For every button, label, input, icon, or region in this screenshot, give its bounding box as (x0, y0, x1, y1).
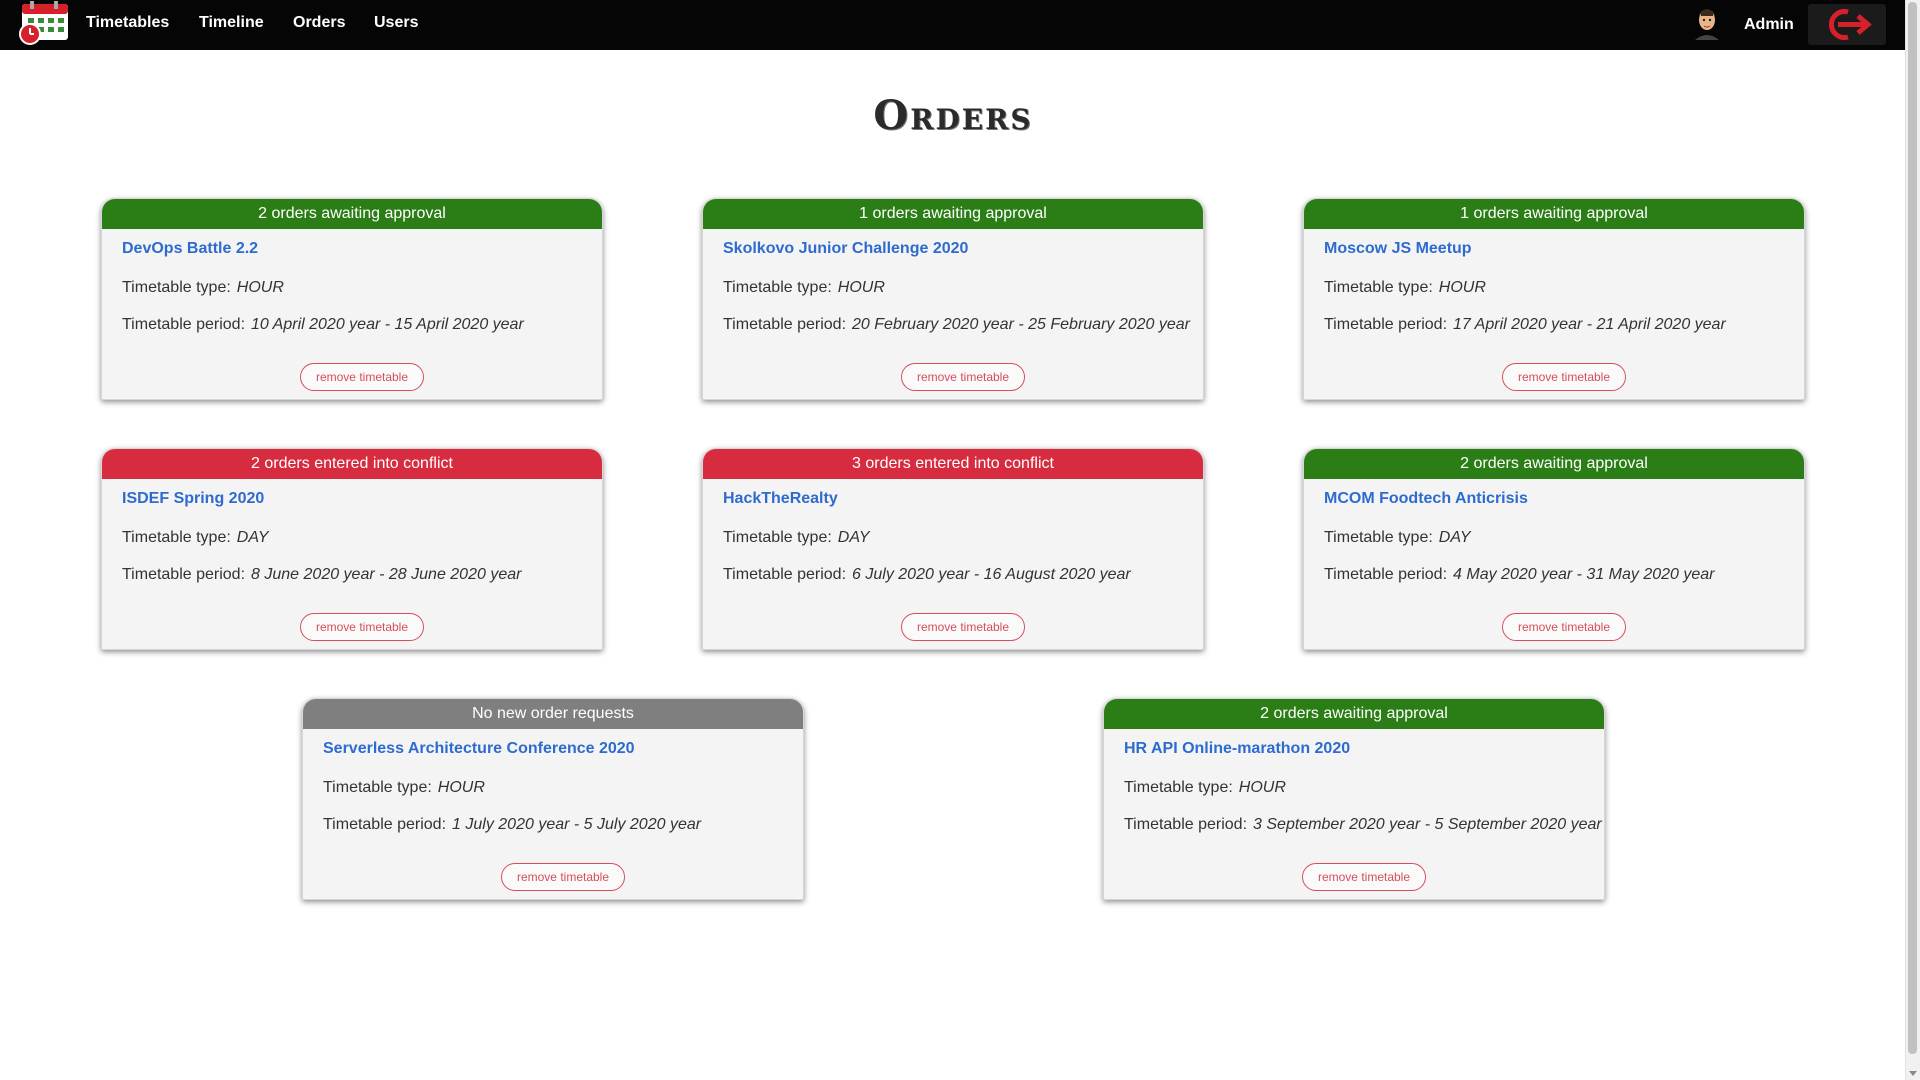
type-label: Timetable type: (122, 529, 231, 546)
remove-timetable-button[interactable]: remove timetable (1502, 613, 1626, 641)
timetable-title-link[interactable]: Serverless Architecture Conference 2020 (323, 740, 635, 758)
type-label: Timetable type: (1124, 779, 1233, 796)
timetable-title-link[interactable]: MCOM Foodtech Anticrisis (1324, 490, 1528, 508)
status-banner: 2 orders awaiting approval (1104, 699, 1604, 729)
logout-arrow-icon (1808, 9, 1886, 49)
top-navbar: Timetables Timeline Orders Users Admin (0, 0, 1906, 50)
type-value: DAY (1438, 529, 1471, 546)
timetable-type-row: Timetable type: HOUR (122, 279, 284, 297)
type-label: Timetable type: (723, 529, 832, 546)
type-value: HOUR (1438, 279, 1486, 296)
type-label: Timetable type: (723, 279, 832, 296)
status-banner: 2 orders awaiting approval (1304, 449, 1804, 479)
scroll-down-arrow-icon[interactable] (1909, 1071, 1917, 1076)
type-value: HOUR (437, 779, 485, 796)
period-label: Timetable period: (323, 816, 447, 833)
status-banner: 1 orders awaiting approval (1304, 199, 1804, 229)
status-banner: 2 orders entered into conflict (102, 449, 602, 479)
type-label: Timetable type: (122, 279, 231, 296)
timetable-period-row: Timetable period: 6 July 2020 year - 16 A… (723, 566, 1131, 584)
timetable-type-row: Timetable type: DAY (723, 529, 870, 547)
timetable-type-row: Timetable type: DAY (122, 529, 269, 547)
period-label: Timetable period: (1324, 566, 1448, 583)
timetable-type-row: Timetable type: HOUR (323, 779, 485, 797)
timetable-period-row: Timetable period: 20 February 2020 year -… (723, 316, 1190, 334)
status-banner: 1 orders awaiting approval (703, 199, 1203, 229)
type-label: Timetable type: (1324, 529, 1433, 546)
type-label: Timetable type: (1324, 279, 1433, 296)
period-value: 6 July 2020 year - 16 August 2020 year (852, 566, 1131, 583)
timetable-card: 1 orders awaiting approval Skolkovo Juni… (702, 198, 1204, 400)
type-label: Timetable type: (323, 779, 432, 796)
timetable-title-link[interactable]: Skolkovo Junior Challenge 2020 (723, 240, 968, 258)
timetable-period-row: Timetable period: 8 June 2020 year - 28 J… (122, 566, 521, 584)
remove-timetable-button[interactable]: remove timetable (901, 613, 1025, 641)
period-value: 10 April 2020 year - 15 April 2020 year (251, 316, 524, 333)
status-banner: No new order requests (303, 699, 803, 729)
period-value: 1 July 2020 year - 5 July 2020 year (452, 816, 702, 833)
timetable-card: 2 orders awaiting approval MCOM Foodtech… (1303, 448, 1805, 650)
status-banner: 2 orders awaiting approval (102, 199, 602, 229)
period-value: 3 September 2020 year - 5 September 2020… (1253, 816, 1602, 833)
period-value: 8 June 2020 year - 28 June 2020 year (251, 566, 522, 583)
timetable-card: 2 orders entered into conflict ISDEF Spr… (101, 448, 603, 650)
timetable-title-link[interactable]: DevOps Battle 2.2 (122, 240, 258, 258)
remove-timetable-button[interactable]: remove timetable (501, 863, 625, 891)
period-label: Timetable period: (122, 316, 246, 333)
nav-timetables[interactable]: Timetables (86, 14, 169, 32)
avatar[interactable] (1692, 6, 1722, 40)
timetable-card: 2 orders awaiting approval HR API Online… (1103, 698, 1605, 900)
type-value: HOUR (1238, 779, 1286, 796)
timetable-title-link[interactable]: HR API Online-marathon 2020 (1124, 740, 1350, 758)
period-label: Timetable period: (1124, 816, 1248, 833)
timetable-type-row: Timetable type: HOUR (1124, 779, 1286, 797)
period-label: Timetable period: (723, 316, 847, 333)
scrollbar-thumb[interactable] (1908, 2, 1917, 1054)
timetable-type-row: Timetable type: HOUR (723, 279, 885, 297)
timetable-card: 1 orders awaiting approval Moscow JS Mee… (1303, 198, 1805, 400)
page-title: Orders (873, 92, 1033, 139)
timetable-period-row: Timetable period: 1 July 2020 year - 5 Ju… (323, 816, 701, 834)
type-value: DAY (236, 529, 269, 546)
status-banner: 3 orders entered into conflict (703, 449, 1203, 479)
timetable-card: 2 orders awaiting approval DevOps Battle… (101, 198, 603, 400)
calendar-clock-icon[interactable] (18, 0, 72, 48)
timetable-period-row: Timetable period: 10 April 2020 year - 15… (122, 316, 524, 334)
timetable-title-link[interactable]: ISDEF Spring 2020 (122, 490, 264, 508)
period-label: Timetable period: (723, 566, 847, 583)
timetable-title-link[interactable]: HackTheRealty (723, 490, 838, 508)
remove-timetable-button[interactable]: remove timetable (1302, 863, 1426, 891)
timetable-period-row: Timetable period: 3 September 2020 year -… (1124, 816, 1602, 834)
remove-timetable-button[interactable]: remove timetable (300, 363, 424, 391)
timetable-period-row: Timetable period: 4 May 2020 year - 31 Ma… (1324, 566, 1715, 584)
timetable-type-row: Timetable type: HOUR (1324, 279, 1486, 297)
timetable-type-row: Timetable type: DAY (1324, 529, 1471, 547)
type-value: HOUR (236, 279, 284, 296)
timetable-title-link[interactable]: Moscow JS Meetup (1324, 240, 1472, 258)
nav-users[interactable]: Users (374, 14, 418, 32)
nav-timeline[interactable]: Timeline (199, 14, 264, 32)
type-value: HOUR (837, 279, 885, 296)
remove-timetable-button[interactable]: remove timetable (901, 363, 1025, 391)
type-value: DAY (837, 529, 870, 546)
remove-timetable-button[interactable]: remove timetable (300, 613, 424, 641)
period-value: 20 February 2020 year - 25 February 2020… (852, 316, 1190, 333)
period-value: 4 May 2020 year - 31 May 2020 year (1453, 566, 1715, 583)
timetable-card: No new order requests Serverless Archite… (302, 698, 804, 900)
period-label: Timetable period: (122, 566, 246, 583)
timetable-card: 3 orders entered into conflict HackTheRe… (702, 448, 1204, 650)
user-name: Admin (1744, 16, 1794, 33)
vertical-scrollbar[interactable] (1905, 0, 1920, 1080)
remove-timetable-button[interactable]: remove timetable (1502, 363, 1626, 391)
period-value: 17 April 2020 year - 21 April 2020 year (1453, 316, 1726, 333)
nav-orders[interactable]: Orders (293, 14, 345, 32)
logout-button[interactable] (1808, 4, 1886, 45)
period-label: Timetable period: (1324, 316, 1448, 333)
timetable-period-row: Timetable period: 17 April 2020 year - 21… (1324, 316, 1726, 334)
